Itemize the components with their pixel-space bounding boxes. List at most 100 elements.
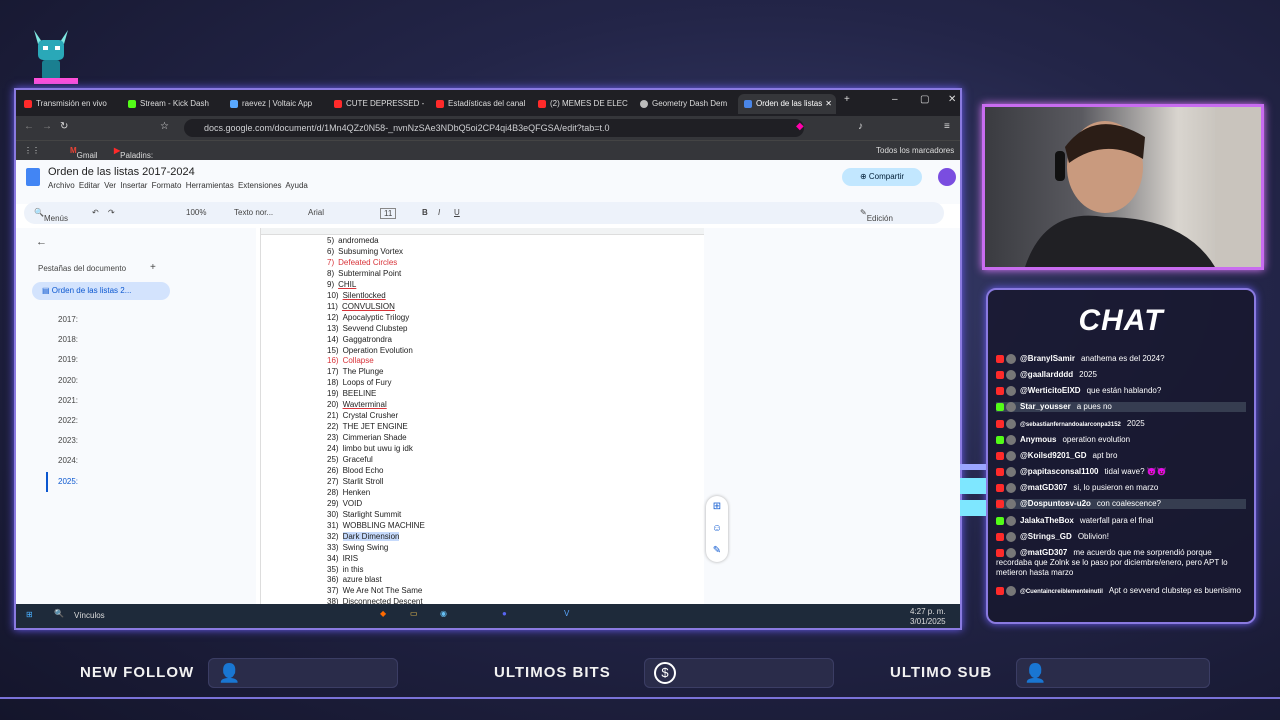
brave-shield-icon[interactable]: ◆ (796, 121, 804, 132)
font-select[interactable]: Arial (308, 208, 324, 217)
outline-item[interactable]: 2020: (58, 371, 78, 391)
italic-icon[interactable]: I (438, 208, 440, 217)
youtube-icon (996, 533, 1004, 541)
outline-item-active[interactable]: 2025: (46, 471, 78, 492)
suggest-edit-icon[interactable]: ✎ (706, 540, 728, 562)
doc-title[interactable]: Orden de las listas 2017-2024 (48, 166, 195, 178)
taskbar-search[interactable]: Vínculos (74, 611, 105, 620)
decor-stripe (960, 500, 986, 516)
bold-icon[interactable]: B (422, 208, 428, 217)
voltaic-icon[interactable]: V (564, 609, 569, 618)
outline-item[interactable]: 2017: (58, 310, 78, 330)
chat-message: @sebastianfernandoalarconpa3152 2025 (996, 419, 1246, 430)
youtube-icon (996, 587, 1004, 595)
menu-item[interactable]: Herramientas (186, 181, 234, 190)
clock-date: 3/01/2025 (910, 617, 946, 626)
font-size-input[interactable]: 11 (380, 208, 397, 219)
all-bookmarks[interactable]: Todos los marcadores (876, 146, 954, 155)
redo-icon[interactable]: ↷ (108, 208, 115, 217)
avatar (1006, 516, 1016, 526)
chat-text: que están hablando? (1086, 386, 1162, 396)
close-tab-icon[interactable]: ✕ (825, 94, 832, 114)
outline-list: 2017: 2018: 2019: 2020: 2021: 2022: 2023… (46, 310, 78, 492)
menu-item[interactable]: Editar (79, 181, 100, 190)
discord-icon[interactable]: ● (502, 609, 507, 618)
underline-icon[interactable]: U (454, 208, 460, 217)
style-select[interactable]: Texto nor... (234, 208, 273, 217)
list-item: 27) Starlit Stroll (327, 476, 384, 486)
outline-item[interactable]: 2022: (58, 411, 78, 431)
docs-toolbar: 🔍 Menús ↶ ↷ 100% Texto nor... Arial 11 B… (24, 202, 944, 224)
menu-item[interactable]: Ayuda (285, 181, 308, 190)
bookmark-icon[interactable]: ☆ (160, 121, 169, 132)
list-item: 11) CONVULSION (327, 301, 395, 311)
menus-search[interactable]: 🔍 Menús (34, 208, 68, 223)
menu-item[interactable]: Extensiones (238, 181, 282, 190)
reload-icon[interactable]: ↻ (60, 121, 68, 132)
chat-username: @gaallardddd (1020, 370, 1074, 380)
chat-text: operation evolution (1062, 435, 1131, 445)
back-icon[interactable]: ← (24, 121, 34, 132)
back-arrow-icon[interactable]: ← (36, 236, 47, 248)
sub-label: ULTIMO SUB (890, 664, 993, 681)
browser-tab[interactable]: CUTE DEPRESSED - Y (334, 94, 424, 114)
bookmark-gmail[interactable]: M Gmail (70, 146, 98, 160)
active-doc-tab[interactable]: ▤ Orden de las listas 2... (32, 282, 170, 300)
list-item: 22) THE JET ENGINE (327, 422, 408, 432)
brave-icon[interactable]: ◆ (380, 609, 386, 618)
menu-item[interactable]: Formato (152, 181, 182, 190)
menu-item[interactable]: Insertar (120, 181, 147, 190)
avatar (1006, 586, 1016, 596)
list-item: 28) Henken (327, 487, 371, 497)
edit-mode-select[interactable]: ✎ Edición (860, 208, 893, 223)
undo-icon[interactable]: ↶ (92, 208, 99, 217)
chat-username: @Koilsd9201_GD (1020, 451, 1087, 461)
steam-icon[interactable]: ◉ (440, 609, 447, 618)
close-window-icon[interactable]: ✕ (948, 94, 956, 105)
document-page[interactable]: 5) andromeda 6) Subsuming Vortex 7) Defeated … (260, 228, 706, 606)
avatar[interactable] (938, 168, 956, 186)
emoji-icon[interactable]: ☺ (706, 518, 728, 540)
add-tab-icon[interactable]: + (150, 262, 156, 273)
youtube-icon (334, 99, 342, 108)
chat-panel: CHAT @BranylSamir anathema es del 2024? @g… (986, 288, 1256, 624)
youtube-icon (996, 484, 1004, 492)
share-button[interactable]: ⊕ Compartir (842, 168, 922, 186)
outline-item[interactable]: 2019: (58, 350, 78, 370)
folder-icon[interactable]: ▭ (410, 609, 418, 618)
outline-item[interactable]: 2024: (58, 451, 78, 471)
avatar (1006, 499, 1016, 509)
dollar-icon: $ (654, 662, 676, 684)
chat-username: @sebastianfernandoalarconpa3152 (1020, 422, 1121, 429)
list-item: 15) Operation Evolution (327, 345, 413, 355)
browser-tab-active[interactable]: Orden de las listas ✕ (738, 94, 836, 114)
browser-tab[interactable]: raevez | Voltaic App (230, 94, 326, 114)
youtube-icon (996, 355, 1004, 363)
browser-tab[interactable]: Stream - Kick Dash (128, 94, 218, 114)
list-item: 29) VOID (327, 498, 363, 508)
url-input[interactable]: docs.google.com/document/d/1Mn4QZz0N58-_… (184, 119, 804, 137)
apps-icon[interactable]: ⋮⋮ (24, 146, 40, 155)
maximize-icon[interactable]: ▢ (920, 94, 929, 105)
outline-item[interactable]: 2021: (58, 391, 78, 411)
outline-item[interactable]: 2023: (58, 431, 78, 451)
browser-tab[interactable]: (2) MEMES DE ELECTI (538, 94, 628, 114)
new-tab-icon[interactable]: + (844, 94, 850, 105)
search-icon[interactable]: 🔍 (54, 609, 64, 618)
add-comment-icon[interactable]: ⊞ (706, 496, 728, 518)
menu-icon[interactable]: ≡ (944, 121, 950, 132)
windows-start-icon[interactable]: ⊞ (26, 610, 33, 619)
minimize-icon[interactable]: – (892, 94, 898, 105)
extensions-icon[interactable]: ♪ (858, 121, 863, 132)
browser-tab[interactable]: Geometry Dash Dem (640, 94, 730, 114)
browser-tab[interactable]: Transmisión en vivo (24, 94, 112, 114)
forward-icon[interactable]: → (42, 121, 52, 132)
outline-item[interactable]: 2018: (58, 330, 78, 350)
list-item: 9) CHIL (327, 279, 357, 289)
zoom-select[interactable]: 100% (186, 208, 206, 217)
menu-item[interactable]: Archivo (48, 181, 75, 190)
chat-message: @Dospuntosv-u2o con coalescence? (996, 499, 1246, 510)
bookmark-paladins[interactable]: ▶ Paladins: Rise Of Fur... (114, 146, 153, 178)
browser-tab[interactable]: Estadísticas del canal (436, 94, 526, 114)
menu-item[interactable]: Ver (104, 181, 116, 190)
